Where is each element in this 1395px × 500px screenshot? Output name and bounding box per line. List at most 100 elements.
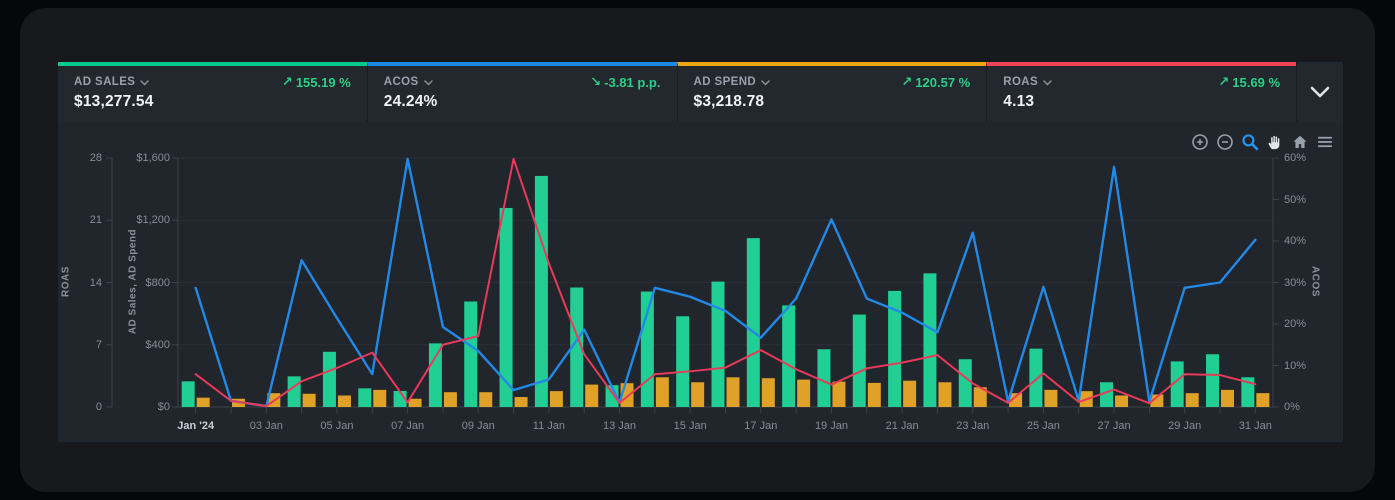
kpi-label: AD SALES: [74, 76, 136, 88]
acos-tick-label: 20%: [1284, 318, 1307, 330]
ad-spend-bar: [585, 384, 599, 407]
x-tick-label: 15 Jan: [673, 420, 707, 432]
ad-spend-bar: [1256, 393, 1270, 407]
kpi-ad-sales[interactable]: AD SALES ↗ 155.19 % $13,277.54: [58, 62, 367, 122]
acos-tick-label: 10%: [1284, 359, 1307, 372]
ad-spend-bar: [938, 382, 952, 407]
ad-spend-bar: [867, 382, 881, 407]
money-axis-title: AD Sales, AD Spend: [127, 228, 139, 335]
chart-panel: 0 7 14 21 28 $0 $400 $800 $1,200 $1,600 0% 10% 20% 30…: [58, 122, 1343, 442]
ad-spend-bar: [832, 381, 846, 407]
kpi-ad-spend[interactable]: AD SPEND ↗ 120.57 % $3,218.78: [676, 62, 987, 122]
ad-sales-bar: [181, 381, 195, 407]
trend-arrow-icon: ↗: [1218, 74, 1230, 89]
kpi-label: ACOS: [383, 76, 419, 88]
x-tick-label: 13 Jan: [603, 420, 637, 432]
menu-button[interactable]: [1315, 132, 1335, 152]
chart-toolbar: [1190, 132, 1335, 152]
x-tick-label: 27 Jan: [1097, 420, 1131, 432]
x-tick-label: 05 Jan: [320, 420, 354, 432]
acos-tick-label: 0%: [1284, 401, 1300, 413]
kpi-delta: ↗ 155.19 %: [281, 74, 351, 90]
roas-axis-title: ROAS: [60, 266, 72, 297]
ad-sales-bar: [428, 343, 442, 407]
x-tick-label: 03 Jan: [249, 420, 283, 432]
x-tick-label: 19 Jan: [814, 420, 848, 432]
zoom-out-icon: [1217, 134, 1233, 150]
ad-spend-bar: [903, 380, 917, 407]
magnifier-icon: [1242, 134, 1259, 151]
chevron-down-icon[interactable]: [761, 79, 770, 86]
kpi-value: 4.13: [1003, 93, 1035, 110]
ad-spend-bar: [1185, 393, 1199, 407]
chevron-down-icon[interactable]: [140, 79, 150, 86]
ad-spend-bar: [726, 377, 740, 407]
ad-spend-bar: [514, 397, 528, 407]
ad-spend-bar: [761, 378, 775, 407]
ad-sales-bar: [817, 349, 831, 407]
hamburger-menu-icon: [1318, 136, 1332, 148]
money-tick-label: $800: [145, 276, 170, 289]
chevron-down-icon[interactable]: [423, 79, 433, 86]
kpi-value: 24.24%: [383, 93, 438, 110]
chevron-down-icon[interactable]: [1043, 79, 1052, 86]
ad-sales-bar: [322, 351, 336, 407]
ad-sales-bar: [534, 175, 548, 407]
x-tick-label: 25 Jan: [1026, 420, 1060, 432]
x-tick-label: 07 Jan: [391, 420, 425, 432]
ad-spend-bar: [337, 395, 351, 407]
ad-sales-bar: [1206, 354, 1220, 407]
kpi-acos[interactable]: ACOS ↘ -3.81 p.p. 24.24%: [366, 62, 677, 122]
ad-spend-bar: [1044, 389, 1058, 407]
ad-spend-bar: [479, 392, 493, 407]
x-tick-label: Jan '24: [177, 420, 215, 432]
pan-button[interactable]: [1265, 132, 1285, 152]
kpi-value: $13,277.54: [74, 93, 154, 110]
ad-sales-bar: [711, 281, 725, 407]
expand-metrics-button[interactable]: [1296, 62, 1343, 122]
kpi-value: $3,218.78: [693, 93, 765, 110]
ad-sales-bar: [782, 305, 796, 407]
ad-spend-bar: [373, 389, 387, 407]
kpi-delta: ↗ 120.57 %: [901, 74, 971, 90]
acos-tick-label: 50%: [1284, 193, 1307, 206]
trend-arrow-icon: ↗: [281, 74, 293, 89]
kpi-label: ROAS: [1003, 76, 1039, 88]
x-tick-label: 21 Jan: [885, 420, 919, 432]
kpi-roas[interactable]: ROAS ↗ 15.69 % 4.13: [986, 62, 1296, 122]
chart-plot[interactable]: [58, 122, 1343, 442]
home-icon: [1293, 135, 1307, 149]
zoom-in-icon: [1192, 134, 1208, 150]
x-tick-label: 29 Jan: [1168, 420, 1202, 432]
ad-sales-bar: [746, 238, 760, 407]
money-tick-label: $1,200: [136, 214, 170, 227]
ad-spend-bar: [443, 392, 457, 407]
money-tick-label: $1,600: [136, 152, 170, 164]
ad-spend-bar: [196, 397, 210, 407]
trend-arrow-icon: ↗: [901, 74, 913, 89]
ad-sales-bar: [852, 314, 866, 407]
x-tick-label: 09 Jan: [461, 420, 495, 432]
ad-sales-bar: [676, 316, 690, 407]
ad-spend-bar: [1115, 395, 1129, 407]
kpi-delta: ↘ -3.81 p.p.: [590, 74, 661, 90]
acos-axis-title: ACOS: [1309, 266, 1321, 297]
ad-sales-bar: [1029, 348, 1043, 407]
ad-sales-bar: [958, 359, 972, 407]
selection-zoom-button[interactable]: [1240, 132, 1260, 152]
ad-spend-bar: [549, 391, 563, 407]
dashboard-card: AD SALES ↗ 155.19 % $13,277.54 ACOS ↘ -3.8…: [20, 8, 1375, 492]
chevron-down-icon: [1310, 86, 1330, 98]
ad-spend-bar: [408, 398, 422, 407]
ad-spend-bar: [691, 382, 705, 407]
zoom-in-button[interactable]: [1190, 132, 1210, 152]
kpi-delta: ↗ 15.69 %: [1218, 74, 1280, 90]
ad-spend-bar: [302, 393, 316, 407]
x-tick-label: 17 Jan: [744, 420, 778, 432]
home-button[interactable]: [1290, 132, 1310, 152]
zoom-out-button[interactable]: [1215, 132, 1235, 152]
money-tick-label: $400: [145, 338, 170, 351]
ad-spend-bar: [655, 377, 669, 407]
x-tick-label: 23 Jan: [956, 420, 990, 432]
kpi-label: AD SPEND: [693, 76, 757, 88]
